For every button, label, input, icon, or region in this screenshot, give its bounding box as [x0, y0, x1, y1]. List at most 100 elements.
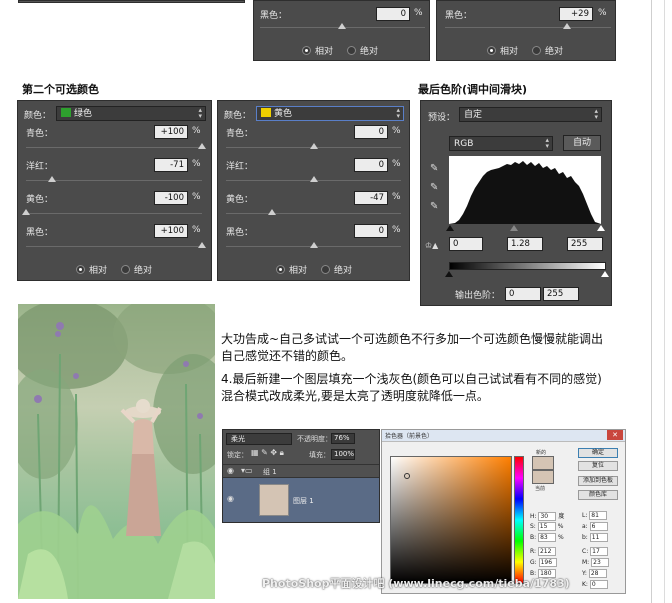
fill-field[interactable]: 100%: [331, 449, 355, 460]
clipping-warning-icon[interactable]: ♔▲: [425, 241, 438, 250]
channel-dropdown[interactable]: RGB ▴ ▾: [449, 136, 553, 151]
value-field[interactable]: -47: [354, 191, 388, 205]
auto-button[interactable]: 自动: [563, 135, 601, 151]
slider-thumb[interactable]: [309, 176, 318, 182]
black-value-field[interactable]: +29: [559, 7, 593, 21]
reset-button[interactable]: 复位: [578, 461, 618, 471]
black-slider-thumb[interactable]: [563, 23, 571, 29]
page-edge: [664, 0, 665, 603]
field-value[interactable]: 83: [538, 533, 557, 542]
output-black-slider[interactable]: [445, 271, 453, 277]
color-dropdown[interactable]: 绿色 ▴ ▾: [56, 106, 206, 121]
field-value[interactable]: 23: [591, 558, 610, 567]
field-key: Y:: [582, 570, 587, 577]
field-value[interactable]: 0: [589, 580, 608, 589]
radio-relative[interactable]: [76, 265, 85, 274]
slider-thumb[interactable]: [22, 209, 30, 215]
visibility-eye-icon[interactable]: ◉: [227, 494, 234, 503]
photo-scene: [18, 304, 215, 599]
layer-row-selected[interactable]: ◉ 图层 1: [223, 478, 379, 522]
field-value[interactable]: 81: [589, 511, 608, 520]
color-value-row: Y: 28: [582, 569, 607, 578]
row-label: 青色：: [26, 129, 54, 139]
radio-relative[interactable]: [276, 265, 285, 274]
field-value[interactable]: 28: [588, 569, 607, 578]
add-to-swatches-button[interactable]: 添加到色板: [578, 476, 618, 486]
value-field[interactable]: 0: [354, 125, 388, 139]
output-black-field[interactable]: 0: [505, 287, 541, 301]
output-white-field[interactable]: 255: [543, 287, 579, 301]
slider-track[interactable]: [26, 213, 202, 214]
value-field[interactable]: 0: [354, 224, 388, 238]
close-icon[interactable]: ✕: [607, 430, 623, 440]
field-value[interactable]: 15: [537, 522, 556, 531]
row-label: 洋红：: [26, 162, 54, 172]
preset-dropdown[interactable]: 自定 ▴ ▾: [459, 107, 602, 122]
slider-thumb[interactable]: [198, 143, 206, 149]
histogram: [449, 156, 601, 224]
input-mid-field[interactable]: 1.28: [507, 237, 543, 251]
slider-thumb[interactable]: [268, 209, 277, 215]
slider-track[interactable]: [26, 246, 202, 247]
percent-sign: %: [392, 225, 401, 235]
slider-thumb[interactable]: [198, 242, 206, 248]
input-black-field[interactable]: 0: [449, 237, 483, 251]
radio-relative[interactable]: [487, 46, 496, 55]
color-value-row: M: 23: [582, 558, 610, 567]
value-field[interactable]: -100: [154, 191, 188, 205]
output-white-slider[interactable]: [601, 271, 609, 277]
row-label: 洋红：: [226, 162, 254, 172]
layer-group-row[interactable]: ◉ ▾▭ 组 1: [223, 464, 379, 478]
gray-eyedropper-icon[interactable]: ✎: [430, 182, 438, 193]
black-value-field[interactable]: 0: [376, 7, 410, 21]
radio-relative[interactable]: [302, 46, 311, 55]
field-key: H:: [530, 513, 537, 520]
output-gradient: [449, 262, 606, 270]
field-value[interactable]: 212: [537, 547, 556, 556]
value-field[interactable]: +100: [154, 224, 188, 238]
black-eyedropper-icon[interactable]: ✎: [430, 163, 438, 174]
radio-absolute[interactable]: [321, 265, 331, 274]
field-value[interactable]: 30: [538, 512, 557, 521]
input-white-slider[interactable]: [597, 225, 605, 231]
paragraph-step4: 4.最后新建一个图层填充一个浅灰色(颜色可以自己试试看有不同的感觉)混合模式改成…: [221, 372, 602, 403]
opacity-field[interactable]: 76%: [331, 433, 355, 444]
hue-slider[interactable]: [514, 456, 524, 584]
input-black-slider[interactable]: [446, 225, 454, 231]
input-mid-slider[interactable]: [510, 225, 518, 231]
white-eyedropper-icon[interactable]: ✎: [430, 201, 438, 212]
color-value-row: L: 81: [582, 511, 608, 520]
slider-thumb[interactable]: [309, 242, 318, 248]
radio-absolute[interactable]: [347, 46, 357, 55]
color-dropdown[interactable]: 黄色 ▴ ▾: [256, 106, 404, 121]
slider-track[interactable]: [226, 213, 401, 214]
slider-thumb[interactable]: [47, 176, 56, 182]
blend-mode-dropdown[interactable]: 柔光: [226, 433, 292, 445]
color-libraries-button[interactable]: 颜色库: [578, 490, 618, 500]
top-partial-panel-right: 黑色： +29 % 相对 绝对: [436, 0, 616, 61]
field-value[interactable]: 11: [589, 533, 608, 542]
percent-sign: %: [392, 126, 401, 136]
black-slider-track[interactable]: [445, 27, 611, 28]
color-field-marker[interactable]: [404, 473, 410, 479]
value-field[interactable]: +100: [154, 125, 188, 139]
visibility-eye-icon[interactable]: ◉: [227, 466, 234, 475]
percent-sign: %: [392, 192, 401, 202]
field-value[interactable]: 196: [538, 558, 557, 567]
field-value[interactable]: 17: [590, 547, 609, 556]
radio-absolute[interactable]: [121, 265, 131, 274]
value-field[interactable]: -71: [154, 158, 188, 172]
slider-track[interactable]: [26, 147, 202, 148]
field-value[interactable]: 6: [589, 522, 608, 531]
value-field[interactable]: 0: [354, 158, 388, 172]
ok-button[interactable]: 确定: [578, 448, 618, 458]
radio-absolute[interactable]: [532, 46, 542, 55]
top-left-stub: [18, 0, 245, 3]
field-key: G:: [530, 559, 537, 566]
slider-thumb[interactable]: [309, 143, 318, 149]
black-slider-thumb[interactable]: [338, 23, 346, 29]
lock-icons[interactable]: ▦ ✎ ✥ 🔒︎: [251, 448, 284, 458]
color-value-row: H: 30 度: [530, 512, 565, 521]
page-edge: [651, 0, 652, 603]
input-white-field[interactable]: 255: [567, 237, 603, 251]
